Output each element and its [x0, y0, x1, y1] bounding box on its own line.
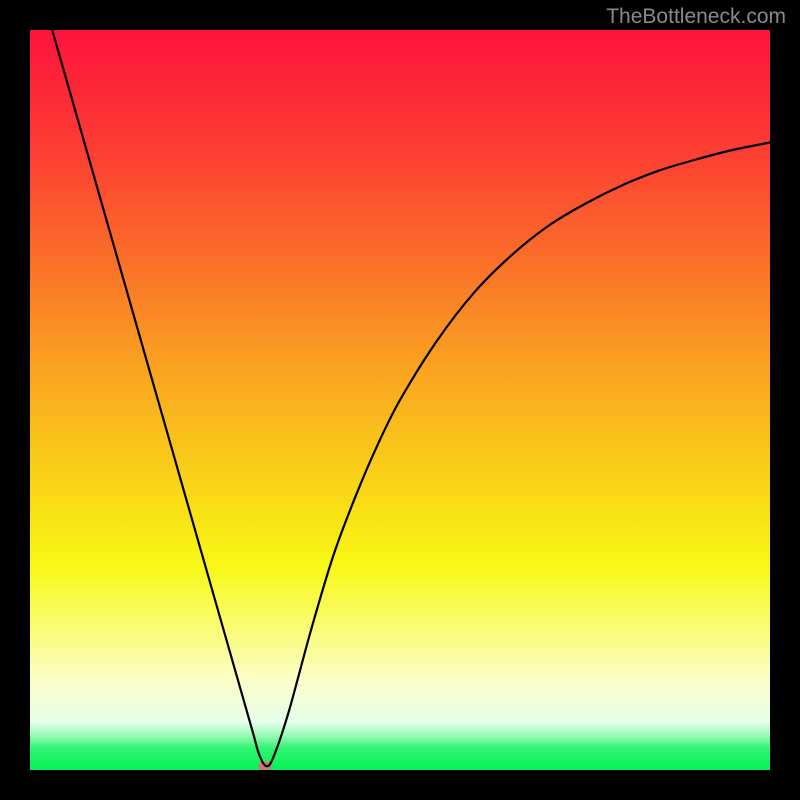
chart-frame: TheBottleneck.com — [0, 0, 800, 800]
watermark-text: TheBottleneck.com — [606, 6, 786, 27]
bottleneck-curve-path — [52, 30, 770, 766]
curve-layer — [30, 30, 770, 770]
plot-area — [30, 30, 770, 770]
